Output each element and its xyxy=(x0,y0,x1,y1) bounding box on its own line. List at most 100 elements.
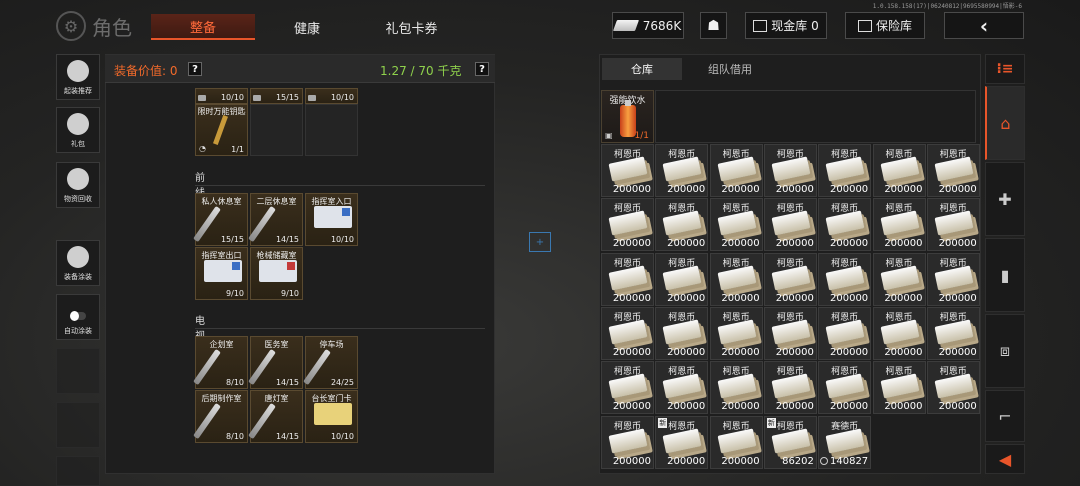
cash-vault-button[interactable]: 现金库 0 xyxy=(745,12,827,39)
key-slot[interactable]: 企划室 8/10 xyxy=(193,336,248,389)
key-slot[interactable]: 10/10 xyxy=(195,88,248,104)
warehouse-item-currency[interactable]: 柯恩币 200000 xyxy=(818,144,872,197)
warehouse-item-currency[interactable]: 柯恩币 200000 xyxy=(763,198,817,252)
key-slot[interactable]: 15/15 xyxy=(250,88,303,104)
warehouse-item-currency[interactable]: 柯恩币 200000 xyxy=(709,198,763,252)
warehouse-item-currency[interactable]: 柯恩币 200000 xyxy=(763,144,817,197)
warehouse-item-currency[interactable]: 柯恩币 200000 xyxy=(655,361,709,415)
warehouse-item-currency[interactable]: 柯恩币 200000 xyxy=(601,252,654,306)
gun-icon: ⌐ xyxy=(998,406,1012,426)
item-name: 柯恩币 xyxy=(885,258,913,269)
item-name: 柯恩币 xyxy=(939,312,967,323)
tab-equip[interactable]: 整备 xyxy=(151,14,255,40)
rail-box-button[interactable]: ⧈ xyxy=(985,314,1025,388)
warehouse-item-currency[interactable]: 柯恩币 200000 xyxy=(763,361,817,415)
sidebar-item-gift[interactable]: 礼包 xyxy=(56,107,100,153)
tab-health[interactable]: 健康 xyxy=(262,14,352,40)
warehouse-item-special[interactable]: 强能饮水 ▣ 1/1 xyxy=(601,90,654,143)
item-count-value: 200000 xyxy=(667,184,706,195)
warehouse-item-currency[interactable]: 柯恩币 200000 xyxy=(872,252,926,306)
item-count: 200000 xyxy=(884,401,922,412)
key-slot[interactable]: 唐灯室 14/15 xyxy=(248,390,303,443)
warehouse-item-currency[interactable]: 新柯恩币 200000 xyxy=(655,415,709,469)
keycard-icon xyxy=(259,260,297,282)
key-slot[interactable]: 二层休息室 14/15 xyxy=(248,193,303,246)
warehouse-item-currency[interactable]: 柯恩币 200000 xyxy=(926,361,980,415)
warehouse-item-currency[interactable]: 柯恩币 200000 xyxy=(709,252,763,306)
warehouse-item-currency[interactable]: 柯恩币 200000 xyxy=(872,144,926,197)
warehouse-item-currency[interactable]: 柯恩币 200000 xyxy=(926,306,980,360)
warehouse-item-currency[interactable]: 柯恩币 200000 xyxy=(709,144,763,197)
sidebar-item-auto-paint[interactable]: 自动涂装 xyxy=(56,294,100,340)
key-slot[interactable]: 后期制作室 8/10 xyxy=(193,390,248,443)
card-slot[interactable]: 台长室门卡 10/10 xyxy=(305,390,358,443)
key-slot[interactable]: 停车场 24/25 xyxy=(303,336,358,389)
agent-button[interactable]: ☗ xyxy=(700,12,727,39)
tab-warehouse[interactable]: 仓库 xyxy=(602,58,682,80)
back-button[interactable]: ‹ xyxy=(944,12,1024,39)
warehouse-item-currency[interactable]: 柯恩币 200000 xyxy=(601,198,654,252)
warehouse-item-currency[interactable]: 柯恩币 200000 xyxy=(763,252,817,306)
auto-paint-toggle[interactable] xyxy=(70,311,86,321)
warehouse-item-currency[interactable]: 柯恩币 200000 xyxy=(655,144,709,197)
warehouse-item-currency[interactable]: 柯恩币 200000 xyxy=(601,361,654,415)
warehouse-item-currency[interactable]: 柯恩币 200000 xyxy=(926,144,980,197)
card-slot[interactable]: 指挥室入口 10/10 xyxy=(305,193,358,246)
value-help-button[interactable]: ? xyxy=(188,62,202,76)
banknote-stack-icon xyxy=(771,265,811,291)
warehouse-item-currency[interactable]: 柯恩币 200000 xyxy=(601,144,654,197)
item-count: 200000 xyxy=(830,184,868,195)
sidebar-item-paint[interactable]: 装备涂装 xyxy=(56,240,100,286)
warehouse-item-currency[interactable]: 柯恩币 200000 xyxy=(926,252,980,306)
key-slot[interactable]: 10/10 xyxy=(305,88,358,104)
rail-collapse-button[interactable]: ◀ xyxy=(985,444,1025,474)
rail-medkit-button[interactable]: ✚ xyxy=(985,162,1025,236)
key-icon xyxy=(193,402,221,440)
sidebar-item-recycle[interactable]: 物资回收 xyxy=(56,162,100,208)
warehouse-item-currency[interactable]: 赛德币 140827 xyxy=(818,415,872,469)
warehouse-item-currency[interactable]: 柯恩币 200000 xyxy=(709,415,763,469)
warehouse-item-currency[interactable]: 柯恩币 200000 xyxy=(872,198,926,252)
item-name: 柯恩币 xyxy=(776,258,804,269)
rail-home-button[interactable]: ⌂ xyxy=(985,86,1025,160)
warehouse-item-currency[interactable]: 柯恩币 200000 xyxy=(709,306,763,360)
warehouse-item-currency[interactable]: 柯恩币 200000 xyxy=(818,306,872,360)
item-count: 10/10 xyxy=(330,432,354,441)
warehouse-item-currency[interactable]: 新柯恩币 86202 xyxy=(763,415,817,469)
item-count: 24/25 xyxy=(330,378,354,387)
warehouse-item-currency[interactable]: 柯恩币 200000 xyxy=(709,361,763,415)
warehouse-item-currency[interactable]: 柯恩币 200000 xyxy=(601,306,654,360)
warehouse-item-currency[interactable]: 柯恩币 200000 xyxy=(763,306,817,360)
warehouse-item-currency[interactable]: 柯恩币 200000 xyxy=(601,415,654,469)
warehouse-item-currency[interactable]: 柯恩币 200000 xyxy=(818,252,872,306)
key-slot[interactable]: 限时万能钥匙 ◔ 1/1 xyxy=(195,104,248,156)
warehouse-item-currency[interactable]: 柯恩币 200000 xyxy=(818,198,872,252)
item-count-value: 200000 xyxy=(884,401,923,413)
safe-button[interactable]: 保险库 xyxy=(845,12,925,39)
warehouse-item-currency[interactable]: 柯恩币 200000 xyxy=(655,198,709,252)
warehouse-item-currency[interactable]: 柯恩币 200000 xyxy=(872,361,926,415)
grid-sort-button[interactable]: ⁝≡ xyxy=(985,54,1025,84)
banknote-stack-icon xyxy=(608,373,648,399)
card-slot[interactable]: 枪械储藏室 9/10 xyxy=(250,247,303,300)
item-count-value: 200000 xyxy=(612,346,651,358)
key-slot[interactable]: 私人休息室 15/15 xyxy=(193,193,248,246)
sidebar-item-loadout[interactable]: 起装推荐 xyxy=(56,54,100,100)
rail-gun-button[interactable]: ⌐ xyxy=(985,390,1025,442)
item-count-value: 200000 xyxy=(830,346,869,358)
banknote-stack-icon xyxy=(825,210,865,236)
page-title: 角色 xyxy=(92,16,132,40)
warehouse-item-currency[interactable]: 柯恩币 200000 xyxy=(872,306,926,360)
warehouse-item-currency[interactable]: 柯恩币 200000 xyxy=(655,252,709,306)
weight-help-button[interactable]: ? xyxy=(475,62,489,76)
money-button[interactable]: 7686K xyxy=(612,12,684,39)
tab-gift-coupons[interactable]: 礼包卡券 xyxy=(364,14,459,40)
key-icon xyxy=(193,348,221,386)
key-slot[interactable]: 医务室 14/15 xyxy=(248,336,303,389)
warehouse-item-currency[interactable]: 柯恩币 200000 xyxy=(926,198,980,252)
tab-team-borrow[interactable]: 组队借用 xyxy=(684,58,776,80)
warehouse-item-currency[interactable]: 柯恩币 200000 xyxy=(655,306,709,360)
warehouse-item-currency[interactable]: 柯恩币 200000 xyxy=(818,361,872,415)
rail-ammo-button[interactable]: ▮ xyxy=(985,238,1025,312)
card-slot[interactable]: 指挥室出口 9/10 xyxy=(195,247,248,300)
